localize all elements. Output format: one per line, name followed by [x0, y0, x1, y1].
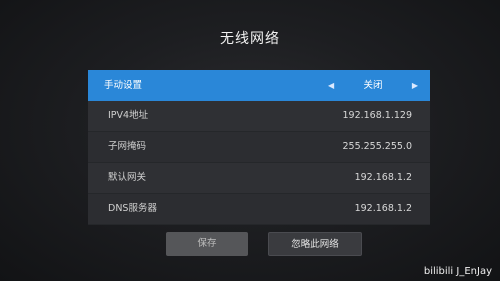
subnet-mask-row[interactable]: 子网掩码 255.255.255.0 [88, 132, 430, 163]
manual-settings-value: 关闭 [363, 80, 383, 91]
page-title: 无线网络 [220, 31, 280, 47]
ipv4-address-value: 192.168.1.129 [342, 110, 412, 121]
right-arrow-icon[interactable]: ▶ [412, 70, 418, 101]
bilibili-watermark: bilibili J_EnJay [423, 266, 492, 277]
default-gateway-label: 默认网关 [108, 172, 147, 183]
save-button[interactable]: 保存 [166, 232, 248, 256]
subnet-mask-value: 255.255.255.0 [342, 141, 412, 152]
dns-server-value: 192.168.1.2 [354, 203, 412, 214]
ipv4-address-row[interactable]: IPV4地址 192.168.1.129 [88, 101, 430, 132]
ignore-network-button[interactable]: 忽略此网络 [268, 232, 362, 256]
dns-server-label: DNS服务器 [108, 203, 157, 214]
dns-server-row[interactable]: DNS服务器 192.168.1.2 [88, 194, 430, 225]
wifi-settings-screen: 无线网络 手动设置 ◀ 关闭 ▶ IPV4地址 192.168.1.129 子网… [0, 0, 500, 281]
ipv4-address-label: IPV4地址 [108, 110, 149, 121]
network-settings-panel: 手动设置 ◀ 关闭 ▶ IPV4地址 192.168.1.129 子网掩码 25… [88, 70, 430, 225]
manual-settings-label: 手动设置 [104, 80, 143, 91]
manual-settings-row[interactable]: 手动设置 ◀ 关闭 ▶ [88, 70, 430, 101]
default-gateway-value: 192.168.1.2 [354, 172, 412, 183]
subnet-mask-label: 子网掩码 [108, 141, 147, 152]
manual-settings-selector[interactable]: ◀ 关闭 ▶ [328, 70, 418, 101]
default-gateway-row[interactable]: 默认网关 192.168.1.2 [88, 163, 430, 194]
